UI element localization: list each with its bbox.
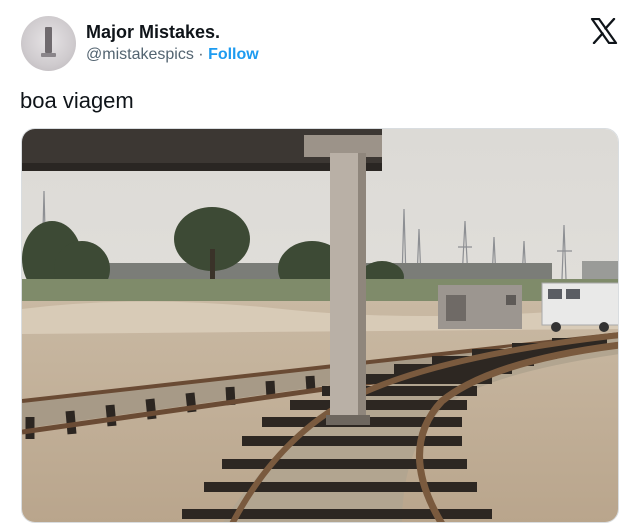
tweet-photo[interactable] xyxy=(21,128,619,523)
avatar-figure xyxy=(45,27,52,53)
tweet-text: boa viagem xyxy=(20,88,134,113)
x-logo-icon[interactable] xyxy=(590,18,618,44)
author-handle-row: @mistakespics · Follow xyxy=(86,46,259,64)
avatar[interactable] xyxy=(21,16,76,71)
follow-button[interactable]: Follow xyxy=(208,46,259,63)
author-display-name[interactable]: Major Mistakes. xyxy=(86,22,220,43)
author-handle[interactable]: @mistakespics xyxy=(86,46,194,63)
handle-separator: · xyxy=(198,46,204,63)
avatar-figure-base xyxy=(41,53,56,57)
railway-photo xyxy=(22,129,618,522)
